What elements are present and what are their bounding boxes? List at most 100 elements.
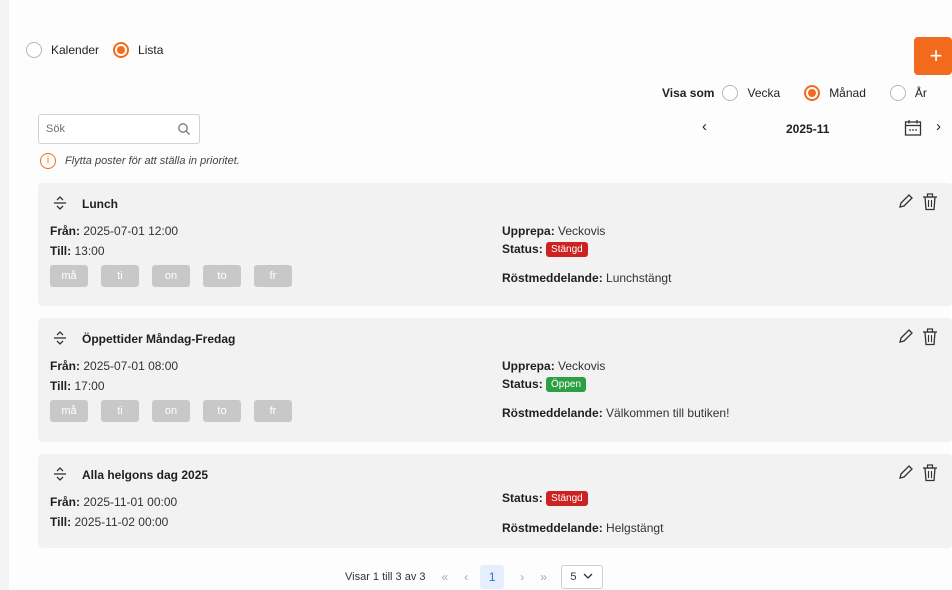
entry-card[interactable]: Alla helgons dag 2025 Från: 2025-11-01 0…	[38, 454, 952, 548]
entry-status: Status: Stängd	[502, 242, 588, 258]
entry-to: Till: 2025-11-02 00:00	[50, 515, 169, 529]
edit-icon[interactable]	[898, 328, 914, 347]
from-label: Från	[50, 495, 77, 509]
weekday-chip: må	[50, 265, 88, 287]
page-button-current[interactable]: 1	[480, 565, 505, 589]
radio-manad[interactable]	[804, 85, 821, 101]
weekday-chip: ti	[101, 400, 139, 422]
pagination-summary: Visar 1 till 3 av 3	[345, 571, 426, 583]
entry-to: Till: 13:00	[50, 244, 105, 258]
first-page-button[interactable]: «	[442, 570, 449, 584]
entry-repeat: Upprepa: Veckovis	[502, 224, 606, 238]
entry-title: Lunch	[82, 197, 118, 211]
radio-ar[interactable]	[889, 85, 906, 101]
visa-som-vecka-label: Vecka	[747, 86, 781, 100]
radio-kalender[interactable]	[26, 42, 42, 58]
voice-value: Lunchstängt	[606, 271, 672, 285]
to-label: Till	[50, 515, 68, 529]
edit-icon[interactable]	[898, 193, 914, 212]
plus-icon: +	[929, 43, 943, 68]
radio-lista[interactable]	[113, 42, 130, 58]
voice-label: Röstmeddelande	[502, 521, 599, 535]
drag-handle-icon[interactable]	[52, 330, 68, 349]
delete-icon[interactable]	[922, 464, 938, 485]
visa-som-manad-label: Månad	[829, 86, 866, 100]
weekday-chip: må	[50, 400, 88, 422]
current-month: 2025-11	[786, 122, 830, 136]
chevron-down-icon	[583, 571, 593, 583]
delete-icon[interactable]	[922, 328, 938, 349]
weekday-list: må ti on to fr	[50, 265, 305, 287]
view-mode-toggle: Kalender Lista	[26, 42, 177, 58]
entry-title: Alla helgons dag 2025	[82, 468, 209, 482]
next-page-button[interactable]: ›	[520, 570, 524, 584]
search-icon[interactable]	[177, 122, 191, 139]
voice-value: Välkommen till butiken!	[606, 406, 730, 420]
from-value: 2025-07-01 12:00	[83, 224, 179, 238]
from-label: Från	[50, 224, 77, 238]
entry-voice: Röstmeddelande: Välkommen till butiken!	[502, 406, 730, 420]
weekday-chip: on	[152, 265, 190, 287]
last-page-button[interactable]: »	[540, 570, 547, 584]
edit-icon[interactable]	[898, 464, 914, 483]
calendar-icon[interactable]	[904, 119, 922, 140]
visa-som-ar[interactable]: År	[889, 85, 927, 101]
to-value: 17:00	[74, 379, 105, 393]
to-label: Till	[50, 379, 68, 393]
visa-som-selector: Visa som Vecka Månad År	[662, 85, 927, 101]
entry-repeat: Upprepa: Veckovis	[502, 359, 606, 373]
to-value: 2025-11-02 00:00	[74, 515, 169, 529]
status-badge: Stängd	[546, 491, 588, 507]
priority-info: i Flytta poster för att ställa in priori…	[40, 153, 240, 169]
drag-handle-icon[interactable]	[52, 195, 68, 214]
weekday-chip: fr	[254, 400, 292, 422]
status-badge: Öppen	[546, 377, 587, 393]
view-mode-lista[interactable]: Lista	[113, 42, 163, 58]
from-label: Från	[50, 359, 77, 373]
visa-som-label: Visa som	[662, 86, 715, 100]
entry-status: Status: Öppen	[502, 377, 587, 393]
repeat-label: Upprepa	[502, 224, 551, 238]
add-entry-button[interactable]: +	[914, 37, 952, 75]
search-input[interactable]	[39, 115, 169, 143]
status-badge: Stängd	[546, 242, 588, 258]
view-mode-lista-label: Lista	[138, 43, 164, 57]
repeat-value: Veckovis	[558, 359, 606, 373]
entry-from: Från: 2025-07-01 12:00	[50, 224, 179, 238]
visa-som-vecka[interactable]: Vecka	[722, 85, 780, 101]
status-label: Status	[502, 491, 539, 505]
left-sidebar-edge	[0, 0, 9, 590]
voice-label: Röstmeddelande	[502, 271, 599, 285]
voice-value: Helgstängt	[606, 521, 664, 535]
pagination: Visar 1 till 3 av 3 « ‹ 1 › » 5	[345, 565, 603, 589]
entry-status: Status: Stängd	[502, 491, 588, 507]
visa-som-ar-label: År	[914, 86, 927, 100]
previous-page-button[interactable]: ‹	[464, 570, 468, 584]
from-value: 2025-07-01 08:00	[83, 359, 179, 373]
radio-vecka[interactable]	[722, 85, 739, 101]
weekday-chip: ti	[101, 265, 139, 287]
page-size-value: 5	[570, 571, 577, 583]
priority-info-text: Flytta poster för att ställa in priorite…	[65, 155, 240, 167]
entry-from: Från: 2025-11-01 00:00	[50, 495, 178, 509]
weekday-chip: on	[152, 400, 190, 422]
page-size-select[interactable]: 5	[560, 565, 603, 589]
delete-icon[interactable]	[922, 193, 938, 214]
entry-to: Till: 17:00	[50, 379, 105, 393]
entry-title: Öppettider Måndag-Fredag	[82, 332, 236, 346]
visa-som-manad[interactable]: Månad	[804, 85, 866, 101]
next-month-button[interactable]: ›	[936, 118, 941, 135]
from-value: 2025-11-01 00:00	[83, 495, 178, 509]
entry-card[interactable]: Lunch Från: 2025-07-01 12:00 Till: 13:00…	[38, 183, 952, 306]
repeat-value: Veckovis	[558, 224, 606, 238]
status-label: Status	[502, 377, 539, 391]
weekday-chip: to	[203, 265, 241, 287]
view-mode-kalender[interactable]: Kalender	[26, 42, 99, 58]
drag-handle-icon[interactable]	[52, 466, 68, 485]
repeat-label: Upprepa	[502, 359, 551, 373]
search-box	[38, 114, 200, 144]
previous-month-button[interactable]: ‹	[702, 118, 707, 135]
entry-voice: Röstmeddelande: Lunchstängt	[502, 271, 672, 285]
to-label: Till	[50, 244, 68, 258]
entry-card[interactable]: Öppettider Måndag-Fredag Från: 2025-07-0…	[38, 318, 952, 442]
